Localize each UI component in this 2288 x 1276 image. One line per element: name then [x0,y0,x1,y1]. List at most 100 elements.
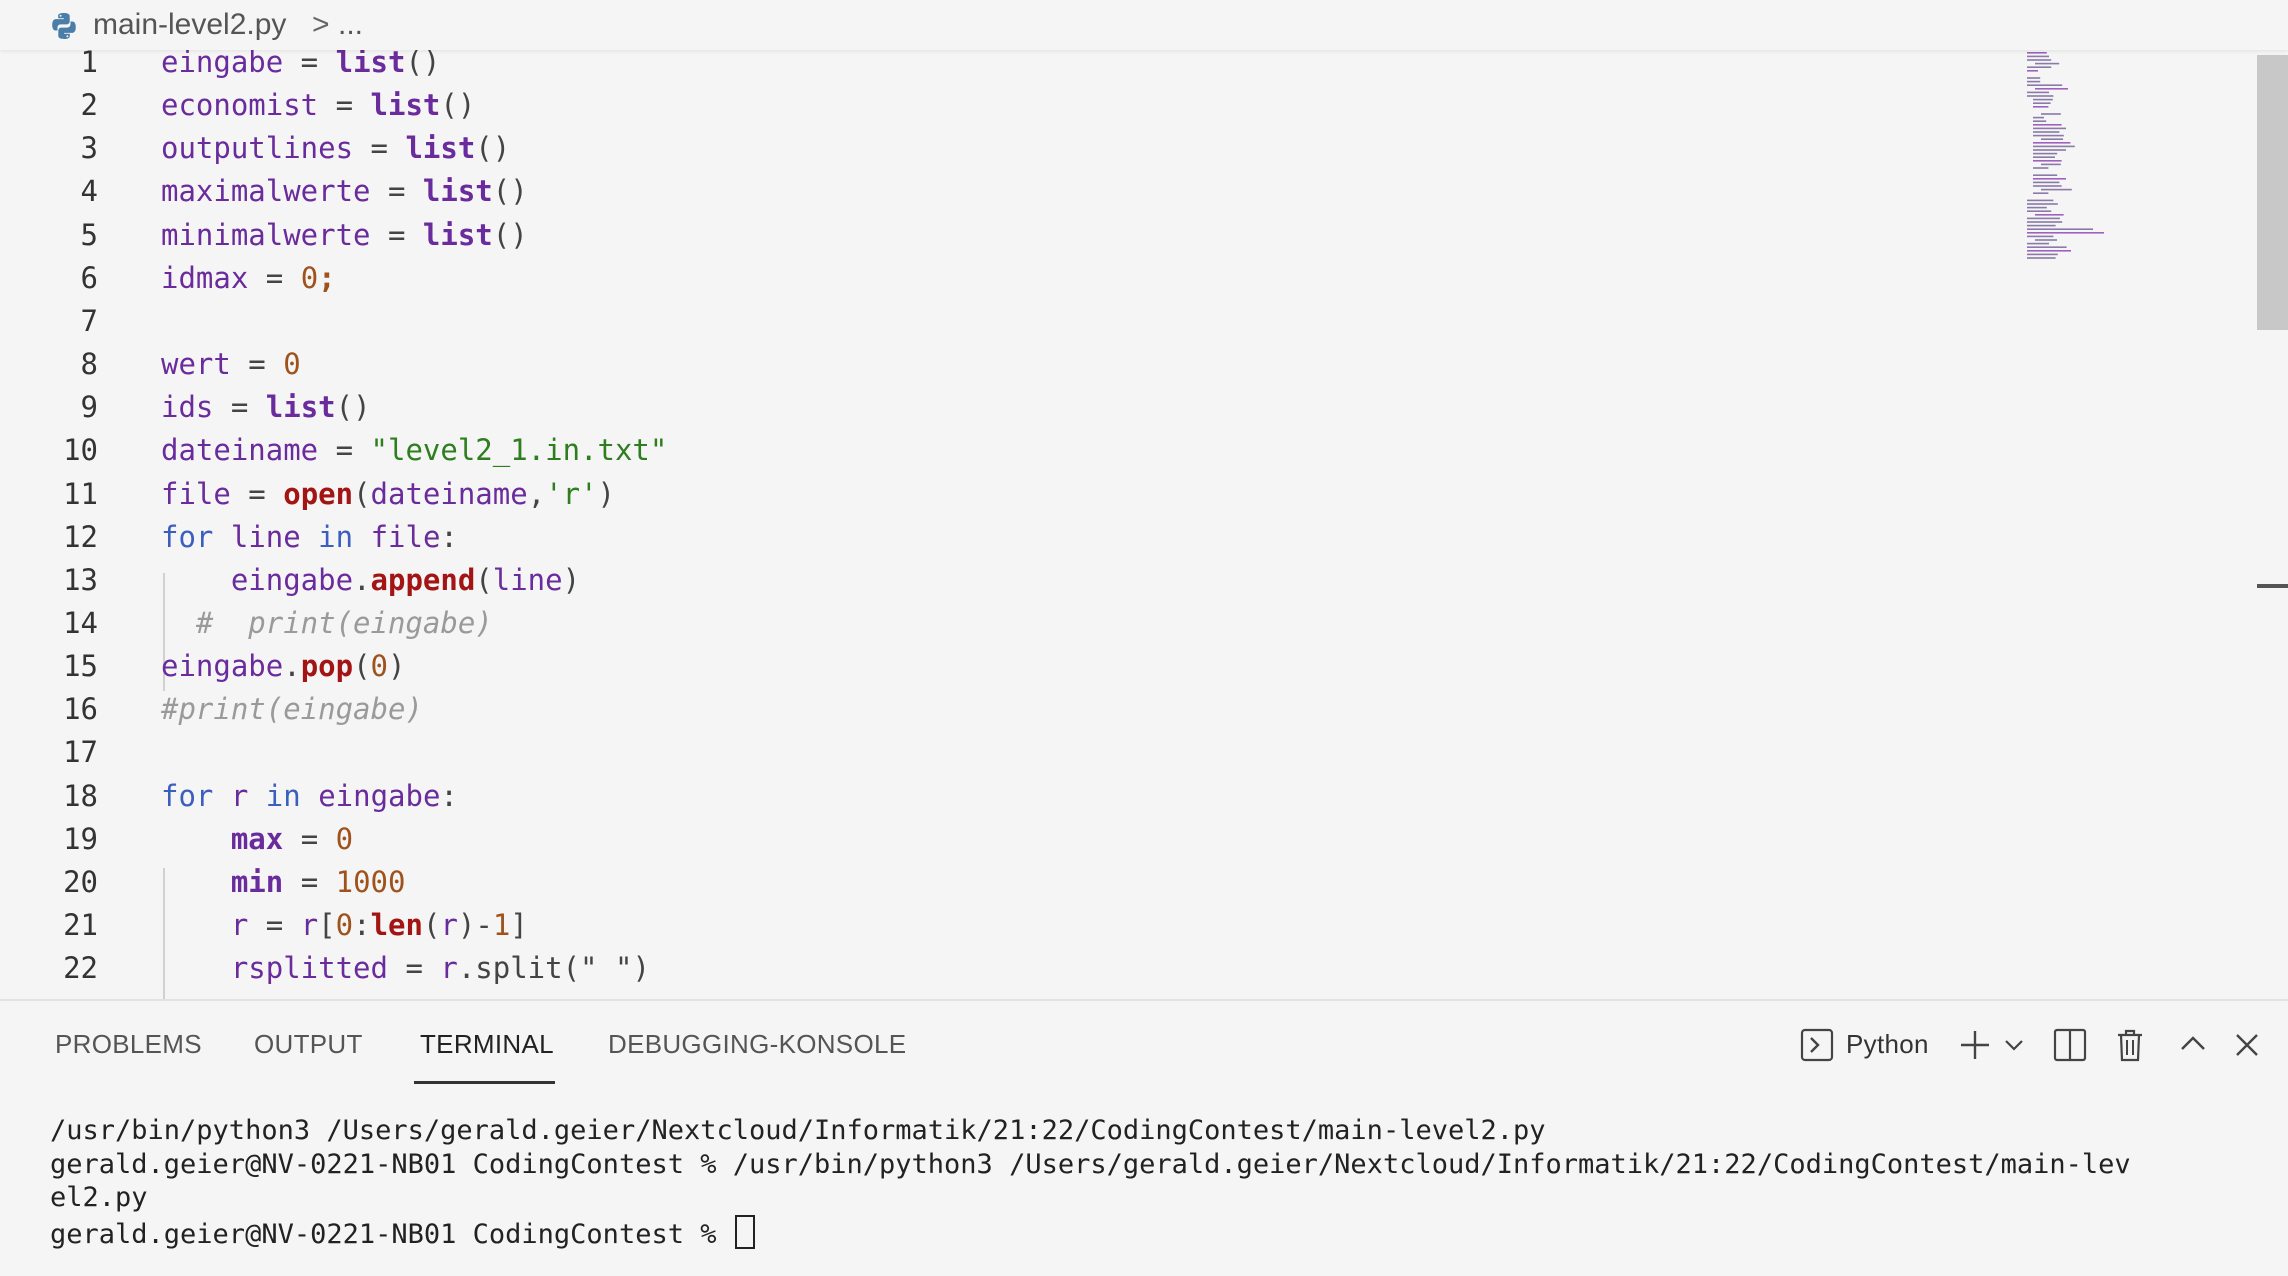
tab-output[interactable]: OUTPUT [254,1029,363,1059]
code-token: file [370,519,441,554]
code-line[interactable]: 20 min = 1000 [0,861,2000,904]
line-number: 4 [80,174,98,209]
line-number: 19 [63,821,98,856]
minimap-line [2033,156,2055,158]
code-token: ( [353,476,371,511]
code-line[interactable]: 9 ids = list() [0,386,2000,429]
minimap-line [2033,149,2066,151]
code-text: minimalwerte = list() [161,214,528,257]
code-token: list [422,174,493,209]
terminal-cursor [734,1215,755,1249]
code-editor[interactable]: 1 eingabe = list() 2 economist = list() 3 out… [0,45,2288,1000]
code-line[interactable]: 18 for r in eingabe: [0,775,2000,818]
tab-debug-console[interactable]: DEBUGGING-KONSOLE [608,1029,906,1059]
terminal-icon [1800,1028,1834,1062]
tab-problems[interactable]: PROBLEMS [55,1029,202,1059]
code-line[interactable]: 10 dateiname = "level2_1.in.txt" [0,429,2000,472]
code-token: list [265,390,336,425]
code-line[interactable]: 11 file = open(dateiname,'r') [0,473,2000,516]
breadcrumb-symbols[interactable]: ... [338,7,363,43]
line-number: 9 [80,390,98,425]
code-text: idmax = 0; [161,257,336,300]
code-token: 0 [335,821,354,856]
split-terminal-icon[interactable] [2053,1027,2087,1063]
code-token: = [283,45,336,79]
code-token: = [230,347,284,382]
code-line[interactable]: 19 max = 0 [0,818,2000,861]
close-panel-icon[interactable] [2232,1027,2262,1063]
minimap-line [2033,160,2062,162]
minimap-line [2027,221,2063,223]
terminal-prompt: gerald.geier@NV-0221-NB01 CodingContest … [50,1219,733,1250]
code-line[interactable]: 4 maximalwerte = list() [0,170,2000,213]
code-line[interactable]: 12 for line in file: [0,516,2000,559]
trash-icon[interactable] [2114,1027,2146,1063]
line-number: 20 [63,864,98,899]
new-terminal-plus-icon[interactable] [1958,1027,1992,1063]
chevron-right-icon: > [312,8,330,41]
line-number: 15 [63,649,98,684]
code-token: : [353,908,371,942]
minimap[interactable] [2025,50,2255,280]
minimap-line [2033,106,2049,108]
minimap-line [2027,66,2052,68]
code-line[interactable]: 1 eingabe = list() [0,45,2000,84]
minimap-line [2041,113,2061,115]
code-line[interactable]: 22 rsplitted = r.split(" ") [0,947,2000,990]
code-line[interactable]: 14 # print(eingabe) [0,602,2000,645]
code-token: r [300,908,319,942]
minimap-line [2027,84,2063,86]
terminal-line: el2.py [50,1182,148,1213]
line-number: 17 [63,735,98,770]
code-token: = [283,864,336,899]
code-token: ( [422,908,441,942]
minimap-line [2027,210,2052,212]
code-text: maximalwerte = list() [161,170,528,213]
code-token: r [230,778,249,813]
code-text: for line in file: [161,516,458,559]
minimap-line [2027,246,2067,248]
code-token: ) [562,562,581,597]
code-token: list [422,217,493,252]
minimap-line [2027,206,2047,209]
terminal-profile-label[interactable]: Python [1846,1029,1929,1059]
code-line[interactable]: 16 #print(eingabe) [0,688,2000,731]
code-token: line [230,519,301,554]
line-number: 12 [63,519,98,554]
code-line[interactable]: 3 outputlines = list() [0,127,2000,170]
minimap-line [2027,250,2071,252]
code-line[interactable]: 8 wert = 0 [0,343,2000,386]
active-tab-indicator [414,1081,555,1084]
code-token: 0 [370,649,389,684]
line-number: 21 [63,908,98,942]
editor-scrollbar[interactable] [2257,55,2288,330]
maximize-panel-chevron-up-icon[interactable] [2178,1027,2208,1063]
line-number: 10 [63,433,98,468]
code-token: = [283,821,336,856]
chevron-down-icon[interactable] [2002,1027,2026,1063]
code-line[interactable]: 21 r = r[0:len(r)-1] [0,904,2000,947]
code-line[interactable]: 15 eingabe.pop(0) [0,645,2000,688]
code-text: max = 0 [161,818,353,861]
tab-terminal[interactable]: TERMINAL [420,1029,554,1059]
code-line[interactable]: 17 [0,731,2000,774]
code-line[interactable]: 7 [0,300,2000,343]
code-text: dateiname = "level2_1.in.txt" [161,429,667,472]
code-line[interactable]: 5 minimalwerte = list() [0,214,2000,257]
code-token: len [370,908,423,942]
code-line[interactable]: 2 economist = list() [0,84,2000,127]
minimap-line [2027,199,2054,202]
minimap-line [2027,52,2047,54]
minimap-line [2033,178,2066,180]
breadcrumb-file[interactable]: main-level2.py [93,7,286,43]
code-line[interactable]: 6 idmax = 0; [0,257,2000,300]
code-token: list [405,131,476,166]
code-line[interactable]: 13 eingabe.append(line) [0,559,2000,602]
code-text: file = open(dateiname,'r') [161,473,615,516]
